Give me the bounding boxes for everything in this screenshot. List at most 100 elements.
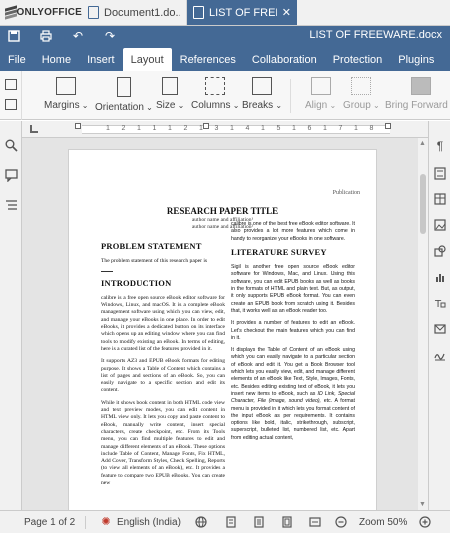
ruler-tick-label: 1 bbox=[106, 125, 110, 132]
search-icon[interactable] bbox=[4, 139, 18, 153]
text-run: It displays the Table of Content of an e… bbox=[231, 347, 355, 397]
group-button[interactable]: Group bbox=[343, 77, 380, 111]
tab-document1[interactable]: Document1.do... bbox=[82, 0, 187, 25]
page-size-icon bbox=[162, 77, 179, 95]
paragraph: The problem statement of this research p… bbox=[101, 258, 208, 265]
paragraph: calibre is one of the best free eBook ed… bbox=[231, 221, 355, 242]
zoom-level[interactable]: Zoom 50% bbox=[359, 517, 407, 528]
document-stats-icon[interactable] bbox=[253, 516, 265, 528]
columns-icon bbox=[205, 77, 226, 95]
globe-icon[interactable] bbox=[195, 516, 207, 528]
redo-icon[interactable]: ↷ bbox=[104, 30, 116, 42]
ruler-tick-label: 1 bbox=[230, 125, 234, 132]
columns-label: Columns bbox=[191, 100, 239, 111]
orientation-button[interactable]: Orientation bbox=[95, 77, 153, 113]
scroll-thumb[interactable] bbox=[420, 174, 426, 234]
page-indicator[interactable]: Page 1 of 2 bbox=[24, 517, 75, 528]
size-button[interactable]: Size bbox=[156, 77, 184, 111]
ruler-tick-label: 4 bbox=[245, 125, 250, 132]
chart-settings-icon[interactable] bbox=[433, 271, 447, 285]
document-page[interactable]: Publication RESEARCH PAPER TITLE author … bbox=[68, 149, 377, 510]
left-sidebar bbox=[0, 121, 22, 510]
ruler-tick-label: 1 bbox=[323, 125, 327, 132]
bring-forward-button[interactable]: Bring Forward bbox=[385, 77, 450, 111]
heading-introduction: INTRODUCTION bbox=[101, 277, 172, 288]
heading-problem-statement: PROBLEM STATEMENT bbox=[101, 241, 202, 251]
table-settings-icon[interactable] bbox=[433, 193, 447, 207]
copy-icon[interactable] bbox=[5, 79, 17, 90]
paper-title: RESEARCH PAPER TITLE bbox=[166, 206, 279, 216]
ruler-tick-label: 1 bbox=[199, 125, 203, 132]
menu-protection[interactable]: Protection bbox=[325, 48, 391, 71]
window-title: LIST OF FREEWARE.docx bbox=[309, 29, 442, 41]
tab-list-of-freeware[interactable]: LIST OF FREE... ✕ bbox=[187, 0, 297, 25]
toolbar-separator bbox=[290, 79, 291, 113]
onlyoffice-logo-icon bbox=[5, 4, 17, 20]
track-changes-icon[interactable] bbox=[225, 516, 237, 528]
mail-merge-icon[interactable] bbox=[433, 323, 447, 337]
brand-name: ONLYOFFICE bbox=[16, 7, 82, 18]
image-settings-icon[interactable] bbox=[433, 219, 447, 233]
zoom-out-icon[interactable] bbox=[335, 516, 347, 528]
fit-to-width-icon[interactable] bbox=[309, 516, 321, 528]
navigation-icon[interactable] bbox=[4, 199, 18, 213]
shape-settings-icon[interactable] bbox=[433, 245, 447, 259]
menu-insert[interactable]: Insert bbox=[79, 48, 123, 71]
margins-button[interactable]: Margins bbox=[44, 77, 89, 111]
group-icon bbox=[351, 77, 372, 95]
zoom-in-icon[interactable] bbox=[419, 516, 431, 528]
menu-plugins[interactable]: Plugins bbox=[390, 48, 442, 71]
breaks-icon bbox=[252, 77, 273, 95]
column-marker[interactable] bbox=[203, 123, 209, 129]
paste-icon[interactable] bbox=[5, 99, 17, 110]
spell-check-icon[interactable]: ✺ bbox=[100, 516, 112, 528]
save-icon[interactable] bbox=[8, 30, 20, 42]
comments-icon[interactable] bbox=[4, 169, 18, 183]
menu-references[interactable]: References bbox=[172, 48, 244, 71]
ruler-tick-label: 1 bbox=[137, 125, 141, 132]
paragraph-settings-icon[interactable]: ¶ bbox=[433, 139, 447, 153]
bring-forward-label: Bring Forward bbox=[385, 100, 450, 111]
tab-stop-icon[interactable] bbox=[30, 125, 38, 133]
main-menu: File Home Insert Layout References Colla… bbox=[0, 48, 442, 71]
left-indent-marker[interactable] bbox=[75, 123, 81, 129]
text-art-settings-icon[interactable]: T bbox=[433, 297, 447, 311]
breaks-button[interactable]: Breaks bbox=[242, 77, 282, 111]
tab-label: LIST OF FREE... bbox=[209, 6, 277, 19]
undo-icon[interactable]: ↶ bbox=[72, 30, 84, 42]
header-footer-icon[interactable] bbox=[433, 167, 447, 181]
menu-file[interactable]: File bbox=[0, 48, 34, 71]
ruler-tick-label: 2 bbox=[121, 125, 126, 132]
ruler-tick-label: 8 bbox=[369, 125, 374, 132]
ruler-tick-label: 1 bbox=[261, 125, 265, 132]
document-icon bbox=[193, 6, 204, 19]
fit-to-page-icon[interactable] bbox=[281, 516, 293, 528]
signature-settings-icon[interactable] bbox=[433, 349, 447, 363]
breaks-label: Breaks bbox=[242, 100, 282, 111]
menu-collaboration[interactable]: Collaboration bbox=[244, 48, 325, 71]
align-icon bbox=[310, 77, 331, 95]
document-canvas[interactable]: Publication RESEARCH PAPER TITLE author … bbox=[22, 138, 418, 510]
left-column: PROBLEM STATEMENT The problem statement … bbox=[101, 237, 225, 492]
ruler-tick-label: 1 bbox=[152, 125, 157, 132]
orientation-icon bbox=[116, 77, 131, 97]
scroll-down-icon[interactable]: ▼ bbox=[419, 501, 426, 508]
align-button[interactable]: Align bbox=[305, 77, 336, 111]
brand: ONLYOFFICE bbox=[0, 0, 82, 25]
print-icon[interactable] bbox=[40, 30, 52, 42]
align-label: Align bbox=[305, 100, 336, 111]
horizontal-ruler[interactable]: 1 2 1 1 1 2 1 3 1 4 1 5 1 6 1 7 1 8 bbox=[22, 121, 450, 138]
paragraph: Sigil is another free open source eBook … bbox=[231, 264, 355, 314]
menu-layout[interactable]: Layout bbox=[122, 48, 172, 71]
menu-home[interactable]: Home bbox=[34, 48, 79, 71]
columns-button[interactable]: Columns bbox=[191, 77, 239, 111]
paragraph: It provides a number of features to edit… bbox=[231, 320, 355, 341]
language-selector[interactable]: English (India) bbox=[117, 517, 181, 528]
ruler-tick-label: 1 bbox=[354, 125, 358, 132]
close-icon[interactable]: ✕ bbox=[282, 6, 291, 19]
right-indent-marker[interactable] bbox=[385, 123, 391, 129]
vertical-scrollbar[interactable]: ▲ ▼ bbox=[418, 138, 428, 510]
scroll-up-icon[interactable]: ▲ bbox=[419, 140, 426, 147]
margins-icon bbox=[56, 77, 77, 95]
orientation-label: Orientation bbox=[95, 102, 153, 113]
